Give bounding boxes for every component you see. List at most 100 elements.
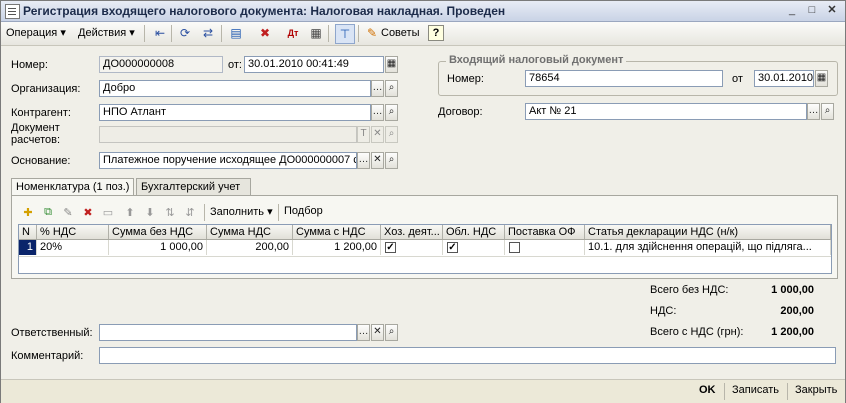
incoming-doc-group-title: Входящий налоговый документ — [446, 54, 627, 66]
org-select-button[interactable]: … — [371, 80, 384, 97]
sort-desc-icon[interactable]: ⇵ — [182, 204, 198, 220]
total-with-vat-label: Всего с НДС (грн): — [650, 326, 744, 338]
move-up-icon[interactable]: ⬆ — [122, 204, 138, 220]
end-edit-icon[interactable]: ▭ — [100, 204, 116, 220]
contract-field[interactable]: Акт № 21 — [525, 103, 807, 120]
close-button[interactable]: Закрыть — [795, 384, 837, 396]
calendar-icon[interactable]: ▦ — [385, 56, 398, 73]
nomenclature-table[interactable]: N % НДС Сумма без НДС Сумма НДС Сумма с … — [18, 224, 832, 274]
minimize-icon[interactable]: _ — [785, 4, 799, 17]
basis-field[interactable]: Платежное поручение исходящее ДО00000000… — [99, 152, 357, 169]
tab-nomenclature[interactable]: Номенклатура (1 поз.) — [11, 178, 134, 196]
basis-label: Основание: — [11, 155, 71, 167]
col-vat-taxed[interactable]: Обл. НДС — [443, 225, 505, 239]
reread-icon[interactable]: ⟳ — [176, 24, 194, 42]
basis-clear-icon[interactable]: ✕ — [371, 152, 384, 169]
clear-icon: ✕ — [371, 126, 384, 143]
pick-button[interactable]: Подбор — [284, 205, 323, 217]
in-number-label: Номер: — [447, 73, 484, 85]
contractor-field[interactable]: НПО Атлант — [99, 104, 371, 121]
contractor-select-button[interactable]: … — [371, 104, 384, 121]
title-bar: Регистрация входящего налогового докумен… — [1, 1, 845, 22]
col-econ-activity[interactable]: Хоз. деят... — [381, 225, 443, 239]
responsible-select-button[interactable]: … — [357, 324, 370, 341]
econ-activity-checkbox[interactable]: ✓ — [385, 242, 396, 253]
col-vat-sum[interactable]: Сумма НДС — [207, 225, 293, 239]
table-header: N % НДС Сумма без НДС Сумма НДС Сумма с … — [19, 225, 831, 240]
col-sum-no-vat[interactable]: Сумма без НДС — [109, 225, 207, 239]
settle-doc-label: Документ расчетов: — [11, 122, 61, 146]
in-calendar-icon[interactable]: ▦ — [815, 70, 828, 87]
tips-button[interactable]: Советы — [381, 24, 419, 42]
structure-icon[interactable]: ⊤ — [335, 24, 355, 44]
col-vat-rate[interactable]: % НДС — [37, 225, 109, 239]
settle-doc-search-icon: ⌕ — [385, 126, 398, 143]
sort-asc-icon[interactable]: ⇅ — [162, 204, 178, 220]
go-back-icon[interactable]: ⇤ — [151, 24, 169, 42]
col-fixed-asset[interactable]: Поставка ОФ — [505, 225, 585, 239]
delete-row-icon[interactable]: ✖ — [80, 204, 96, 220]
responsible-clear-icon[interactable]: ✕ — [371, 324, 384, 341]
help-button[interactable]: ? — [428, 25, 444, 41]
number-field[interactable]: ДО000000008 — [99, 56, 223, 73]
contract-search-icon[interactable]: ⌕ — [821, 103, 834, 120]
actions-menu[interactable]: Действия ▾ — [78, 24, 135, 42]
swap-icon[interactable]: ⇄ — [199, 24, 217, 42]
number-label: Номер: — [11, 59, 48, 71]
contract-select-button[interactable]: … — [807, 103, 820, 120]
basis-search-icon[interactable]: ⌕ — [385, 152, 398, 169]
ok-button[interactable]: OK — [699, 384, 716, 396]
operation-menu[interactable]: Операция ▾ — [6, 24, 66, 42]
vat-taxed-checkbox[interactable]: ✓ — [447, 242, 458, 253]
document-icon — [5, 4, 20, 19]
cell-decl-article[interactable]: 10.1. для здійснення операцій, що підляг… — [585, 240, 831, 255]
cell-sum-no-vat[interactable]: 1 000,00 — [109, 240, 207, 255]
cell-n[interactable]: 1 — [19, 240, 37, 255]
col-decl-article[interactable]: Статья декларации НДС (н/к) — [585, 225, 831, 239]
dt-kt-icon[interactable]: Дт — [284, 24, 302, 42]
total-vat-label: НДС: — [650, 305, 677, 317]
add-row-icon[interactable]: ✚ — [20, 204, 36, 220]
report-icon[interactable]: ▦ — [307, 24, 325, 42]
total-with-vat-value: 1 200,00 — [771, 326, 814, 338]
fixed-asset-checkbox[interactable] — [509, 242, 520, 253]
settle-doc-field — [99, 126, 357, 143]
cell-vat-rate[interactable]: 20% — [37, 240, 109, 255]
date-field[interactable]: 30.01.2010 00:41:49 — [244, 56, 384, 73]
move-down-icon[interactable]: ⬇ — [142, 204, 158, 220]
responsible-field[interactable] — [99, 324, 357, 341]
col-n[interactable]: N — [19, 225, 37, 239]
post-document-icon[interactable]: ▤ — [227, 24, 245, 42]
unpost-icon[interactable]: ✖ — [256, 24, 274, 42]
maximize-icon[interactable]: □ — [805, 4, 819, 17]
copy-row-icon[interactable]: ⧉ — [40, 204, 56, 220]
tab-accounting[interactable]: Бухгалтерский учет — [136, 178, 251, 195]
tips-icon[interactable]: ✎ — [363, 24, 381, 42]
comment-field[interactable] — [99, 347, 836, 364]
bottom-bar: OK Записать Закрыть — [1, 379, 845, 403]
contractor-search-icon[interactable]: ⌕ — [385, 104, 398, 121]
org-search-icon[interactable]: ⌕ — [385, 80, 398, 97]
main-toolbar: Операция ▾ Действия ▾ ⇤ ⟳ ⇄ ▤ ✖ Дт ▦ ⊤ ✎… — [1, 22, 845, 46]
responsible-search-icon[interactable]: ⌕ — [385, 324, 398, 341]
in-number-field[interactable]: 78654 — [525, 70, 723, 87]
basis-select-button[interactable]: … — [357, 152, 370, 169]
comment-label: Комментарий: — [11, 350, 84, 362]
edit-row-icon[interactable]: ✎ — [60, 204, 76, 220]
responsible-label: Ответственный: — [11, 327, 93, 339]
in-date-label: от — [732, 73, 743, 85]
cell-sum-with-vat[interactable]: 1 200,00 — [293, 240, 381, 255]
cell-vat-sum[interactable]: 200,00 — [207, 240, 293, 255]
window-title: Регистрация входящего налогового докумен… — [23, 4, 506, 18]
total-no-vat-value: 1 000,00 — [771, 284, 814, 296]
fill-menu[interactable]: Заполнить ▾ — [210, 205, 273, 218]
in-date-field[interactable]: 30.01.2010 — [754, 70, 814, 87]
close-icon[interactable]: ✕ — [825, 4, 839, 17]
col-sum-with-vat[interactable]: Сумма с НДС — [293, 225, 381, 239]
date-from-label: от: — [228, 59, 242, 71]
total-vat-value: 200,00 — [780, 305, 814, 317]
org-label: Организация: — [11, 83, 81, 95]
org-field[interactable]: Добро — [99, 80, 371, 97]
total-no-vat-label: Всего без НДС: — [650, 284, 729, 296]
save-button[interactable]: Записать — [732, 384, 779, 396]
